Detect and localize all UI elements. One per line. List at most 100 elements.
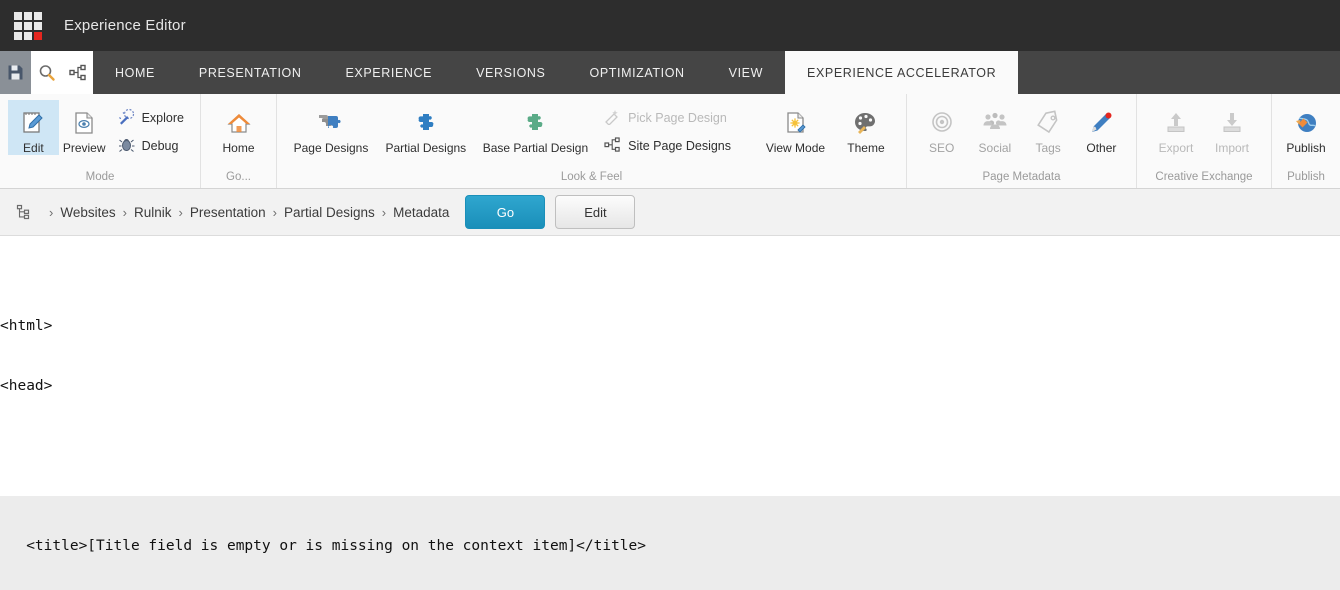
breadcrumb-item-partial-designs[interactable]: Partial Designs (284, 205, 375, 220)
breadcrumb-item-metadata[interactable]: Metadata (393, 205, 449, 220)
code-block: <title>[Title field is empty or is missi… (0, 496, 1340, 590)
ribbon-group-publish: Publish Publish (1272, 94, 1340, 188)
ribbon-group-mode-label: Mode (0, 171, 200, 186)
ribbon-group-publish-label: Publish (1272, 171, 1340, 186)
workflow-icon[interactable] (62, 51, 93, 94)
seo-icon (929, 108, 955, 138)
tab-experience-accelerator[interactable]: EXPERIENCE ACCELERATOR (785, 51, 1018, 94)
ribbon-group-mode: Edit Preview (0, 94, 201, 188)
other-button-label: Other (1086, 141, 1116, 155)
site-page-designs-button-label: Site Page Designs (628, 139, 731, 153)
tab-home[interactable]: HOME (93, 51, 177, 94)
code-line: <head> (0, 376, 1340, 396)
content-tree-icon[interactable] (16, 204, 32, 220)
seo-button[interactable]: SEO (915, 100, 968, 155)
tab-presentation[interactable]: PRESENTATION (177, 51, 324, 94)
edit-breadcrumb-button[interactable]: Edit (555, 195, 635, 229)
page-designs-button-label: Page Designs (294, 141, 369, 155)
code-line: <title>[Title field is empty or is missi… (0, 536, 1340, 556)
app-title: Experience Editor (64, 17, 186, 34)
ribbon: Edit Preview (0, 94, 1340, 189)
base-partial-design-button-label: Base Partial Design (483, 141, 588, 155)
tags-button-label: Tags (1035, 141, 1060, 155)
ribbon-group-page-metadata: SEO Social (907, 94, 1137, 188)
search-icon[interactable] (31, 51, 62, 94)
breadcrumb-bar: › Websites › Rulnik › Presentation › Par… (0, 189, 1340, 236)
site-page-designs-icon (604, 136, 621, 156)
pick-page-design-icon (604, 108, 621, 128)
tab-experience[interactable]: EXPERIENCE (324, 51, 455, 94)
theme-button[interactable]: Theme (834, 100, 898, 155)
view-mode-button[interactable]: View Mode (757, 100, 834, 155)
breadcrumb-separator: › (171, 205, 189, 220)
debug-icon (118, 136, 135, 156)
tab-optimization[interactable]: OPTIMIZATION (568, 51, 707, 94)
sitecore-logo (14, 12, 42, 40)
view-mode-button-label: View Mode (766, 141, 825, 155)
seo-button-label: SEO (929, 141, 954, 155)
ribbon-tab-strip: HOME PRESENTATION EXPERIENCE VERSIONS OP… (0, 51, 1340, 94)
import-button-label: Import (1215, 141, 1249, 155)
code-block: <html> <head> (0, 276, 1340, 436)
view-mode-icon (782, 108, 810, 138)
home-icon (226, 108, 252, 138)
base-partial-design-icon (521, 108, 549, 138)
explore-icon (118, 108, 135, 128)
import-button[interactable]: Import (1204, 100, 1260, 155)
breadcrumb-item-websites[interactable]: Websites (60, 205, 115, 220)
tags-icon (1035, 108, 1061, 138)
page-designs-icon (317, 108, 345, 138)
look-and-feel-small-buttons: Pick Page Design Site Page Designs (596, 100, 739, 160)
breadcrumb-separator: › (266, 205, 284, 220)
tab-versions[interactable]: VERSIONS (454, 51, 567, 94)
breadcrumb-item-presentation[interactable]: Presentation (190, 205, 266, 220)
social-icon (981, 108, 1009, 138)
preview-icon (71, 108, 97, 138)
home-button[interactable]: Home (211, 100, 267, 155)
other-button[interactable]: Other (1075, 100, 1128, 155)
social-button[interactable]: Social (968, 100, 1021, 155)
breadcrumb-actions: Go Edit (465, 195, 635, 229)
base-partial-design-button[interactable]: Base Partial Design (475, 100, 597, 155)
pick-page-design-button-label: Pick Page Design (628, 111, 727, 125)
breadcrumb-item-rulnik[interactable]: Rulnik (134, 205, 172, 220)
ribbon-group-go-label: Go... (201, 171, 276, 186)
quick-access-toolbar (0, 51, 93, 94)
publish-button-label: Publish (1286, 141, 1325, 155)
explore-button-label: Explore (142, 111, 184, 125)
ribbon-group-look-and-feel-label: Look & Feel (277, 171, 906, 186)
theme-button-label: Theme (847, 141, 884, 155)
breadcrumb-separator: › (116, 205, 134, 220)
partial-designs-button-label: Partial Designs (385, 141, 466, 155)
pick-page-design-button[interactable]: Pick Page Design (596, 104, 739, 132)
code-line: <html> (0, 316, 1340, 336)
ribbon-group-creative-exchange: Export Import Creative Exchange (1137, 94, 1272, 188)
edit-icon (20, 108, 46, 138)
ribbon-group-page-metadata-label: Page Metadata (907, 171, 1136, 186)
site-page-designs-button[interactable]: Site Page Designs (596, 132, 739, 160)
mode-small-buttons: Explore Debug (110, 100, 192, 160)
title-bar: Experience Editor (0, 0, 1340, 51)
social-button-label: Social (979, 141, 1012, 155)
home-button-label: Home (222, 141, 254, 155)
publish-icon (1293, 108, 1319, 138)
go-button[interactable]: Go (465, 195, 545, 229)
tab-view[interactable]: VIEW (707, 51, 785, 94)
ribbon-group-creative-exchange-label: Creative Exchange (1137, 171, 1271, 186)
publish-button[interactable]: Publish (1280, 100, 1332, 155)
preview-button[interactable]: Preview (59, 100, 110, 155)
tags-button[interactable]: Tags (1022, 100, 1075, 155)
theme-icon (852, 108, 880, 138)
export-button[interactable]: Export (1148, 100, 1204, 155)
edit-button[interactable]: Edit (8, 100, 59, 155)
export-icon (1163, 108, 1189, 138)
explore-button[interactable]: Explore (110, 104, 192, 132)
ribbon-tabs: HOME PRESENTATION EXPERIENCE VERSIONS OP… (93, 51, 1018, 94)
debug-button[interactable]: Debug (110, 132, 192, 160)
ribbon-group-go: Home Go... (201, 94, 277, 188)
import-icon (1219, 108, 1245, 138)
partial-designs-button[interactable]: Partial Designs (377, 100, 475, 155)
page-designs-button[interactable]: Page Designs (285, 100, 377, 155)
save-icon[interactable] (0, 51, 31, 94)
ribbon-group-look-and-feel: Page Designs Partial Designs Base Partia… (277, 94, 907, 188)
